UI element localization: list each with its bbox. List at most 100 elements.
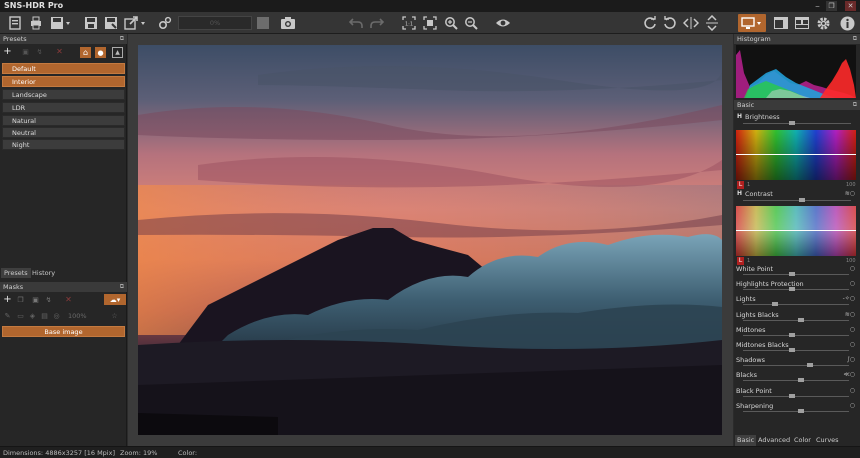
slider-option-icon[interactable]: ≋○: [845, 311, 855, 318]
brightness-l-icon[interactable]: L: [737, 181, 744, 189]
preset-item[interactable]: Neutral: [2, 127, 125, 138]
slider-option-icon[interactable]: ≪○: [843, 371, 855, 378]
slider-row[interactable]: Midtones Blacks ○: [735, 340, 857, 355]
restore-icon[interactable]: ❐: [826, 1, 837, 11]
preset-item[interactable]: Night: [2, 139, 125, 150]
slider-row[interactable]: Lights Blacks ≋○: [735, 310, 857, 325]
slider-track[interactable]: [743, 380, 849, 382]
slider-row[interactable]: Midtones ○: [735, 325, 857, 340]
brightness-hue-map[interactable]: [736, 130, 856, 180]
preset-item[interactable]: Natural: [2, 115, 125, 126]
zoom-field[interactable]: 0%: [178, 16, 252, 30]
slider-track[interactable]: [743, 274, 849, 275]
pin-icon[interactable]: ⧉: [853, 34, 857, 44]
layout-grid-icon[interactable]: [793, 14, 811, 32]
eraser-icon[interactable]: ▭: [16, 311, 25, 320]
fill-icon[interactable]: ◈: [28, 311, 37, 320]
minimize-icon[interactable]: ‒: [812, 1, 823, 11]
save-icon[interactable]: [82, 14, 100, 32]
slider-option-icon[interactable]: ∫○: [847, 356, 855, 363]
slider-track[interactable]: [743, 319, 849, 321]
slider-track[interactable]: [743, 365, 849, 367]
slider-thumb[interactable]: [788, 287, 795, 292]
slider-thumb[interactable]: [798, 378, 805, 383]
stop-icon[interactable]: [256, 14, 270, 32]
rotate-right-icon[interactable]: [642, 14, 658, 32]
save-dropdown-icon[interactable]: [49, 14, 73, 32]
slider-track[interactable]: [743, 304, 849, 306]
image-presets-icon[interactable]: ▲: [112, 47, 123, 58]
star-icon[interactable]: ☆: [110, 311, 119, 320]
gears-icon[interactable]: [156, 14, 174, 32]
slider-option-icon[interactable]: ○: [850, 387, 855, 394]
delete-mask-icon[interactable]: ✕: [64, 295, 73, 304]
slider-row[interactable]: Black Point ○: [735, 386, 857, 401]
base-image-layer[interactable]: Base image: [2, 326, 125, 337]
add-mask-icon[interactable]: +: [3, 294, 12, 305]
brightness-h-icon[interactable]: H: [737, 113, 742, 120]
contrast-thumb[interactable]: [799, 198, 806, 202]
save-as-icon[interactable]: [102, 14, 120, 32]
tab-history[interactable]: History: [29, 268, 58, 278]
flip-vertical-icon[interactable]: [704, 14, 720, 32]
flip-horizontal-icon[interactable]: [683, 14, 699, 32]
info-icon[interactable]: [838, 14, 856, 32]
add-preset-icon[interactable]: +: [3, 46, 12, 57]
slider-track[interactable]: [743, 334, 849, 336]
zoom-out-icon[interactable]: [462, 14, 480, 32]
open-file-icon[interactable]: [6, 14, 24, 32]
duplicate-mask-icon[interactable]: ❐: [16, 295, 25, 304]
camera-snapshot-icon[interactable]: [279, 14, 297, 32]
contrast-h-icon[interactable]: H: [737, 190, 742, 197]
slider-thumb[interactable]: [788, 348, 795, 352]
contrast-control[interactable]: H Contrast ≋○: [737, 190, 857, 204]
slider-option-icon[interactable]: ○: [850, 265, 855, 272]
print-icon[interactable]: [27, 14, 45, 32]
brightness-thumb[interactable]: [788, 121, 795, 125]
slider-option-icon[interactable]: ○: [850, 341, 855, 348]
slider-option-icon[interactable]: -✧○: [843, 295, 855, 302]
radial-icon[interactable]: ◎: [52, 311, 61, 320]
slider-thumb[interactable]: [788, 332, 795, 337]
pin-icon[interactable]: ⧉: [120, 34, 124, 44]
cloud-dropdown-icon[interactable]: ☁▾: [104, 294, 126, 305]
tab-curves[interactable]: Curves: [814, 435, 841, 446]
slider-option-icon[interactable]: ○: [850, 326, 855, 333]
tab-basic[interactable]: Basic: [735, 435, 757, 446]
brush-icon[interactable]: ✎: [3, 311, 12, 320]
slider-option-icon[interactable]: ○: [850, 402, 855, 409]
slider-row[interactable]: Lights -✧○: [735, 294, 857, 309]
slider-track[interactable]: [743, 395, 849, 397]
contrast-track[interactable]: [743, 200, 851, 201]
slider-track[interactable]: [743, 350, 849, 351]
contrast-options-icon[interactable]: ≋○: [845, 190, 855, 197]
actual-size-icon[interactable]: 1:1: [400, 14, 418, 32]
brightness-control[interactable]: H Brightness: [737, 113, 857, 127]
preset-item[interactable]: Landscape: [2, 89, 125, 100]
slider-option-icon[interactable]: ○: [850, 280, 855, 287]
contrast-hue-map[interactable]: [736, 206, 856, 256]
fit-window-icon[interactable]: [421, 14, 439, 32]
slider-thumb[interactable]: [788, 393, 795, 398]
slider-track[interactable]: [743, 410, 849, 412]
slider-row[interactable]: Highlights Protection ○: [735, 279, 857, 294]
tab-advanced[interactable]: Advanced: [756, 435, 792, 446]
mask-refresh-icon[interactable]: ↯: [44, 295, 53, 304]
rotate-left-icon[interactable]: [662, 14, 678, 32]
save-preset-icon[interactable]: ▣: [21, 47, 30, 56]
undo-icon[interactable]: [347, 14, 365, 32]
preferences-gear-icon[interactable]: [814, 14, 832, 32]
close-icon[interactable]: ✕: [845, 1, 856, 11]
refresh-preset-icon[interactable]: ↯: [35, 47, 44, 56]
delete-preset-icon[interactable]: ✕: [55, 47, 64, 56]
redo-icon[interactable]: [368, 14, 386, 32]
slider-track[interactable]: [743, 289, 849, 291]
slider-thumb[interactable]: [798, 317, 805, 322]
home-presets-icon[interactable]: ⌂: [80, 47, 91, 58]
slider-row[interactable]: Sharpening ○: [735, 401, 857, 416]
preset-item[interactable]: Interior: [2, 76, 125, 87]
pin-icon[interactable]: ⧉: [120, 282, 124, 292]
layout-panels-icon[interactable]: [772, 14, 790, 32]
slider-row[interactable]: White Point ○: [735, 264, 857, 279]
gradient-icon[interactable]: ▤: [40, 311, 49, 320]
